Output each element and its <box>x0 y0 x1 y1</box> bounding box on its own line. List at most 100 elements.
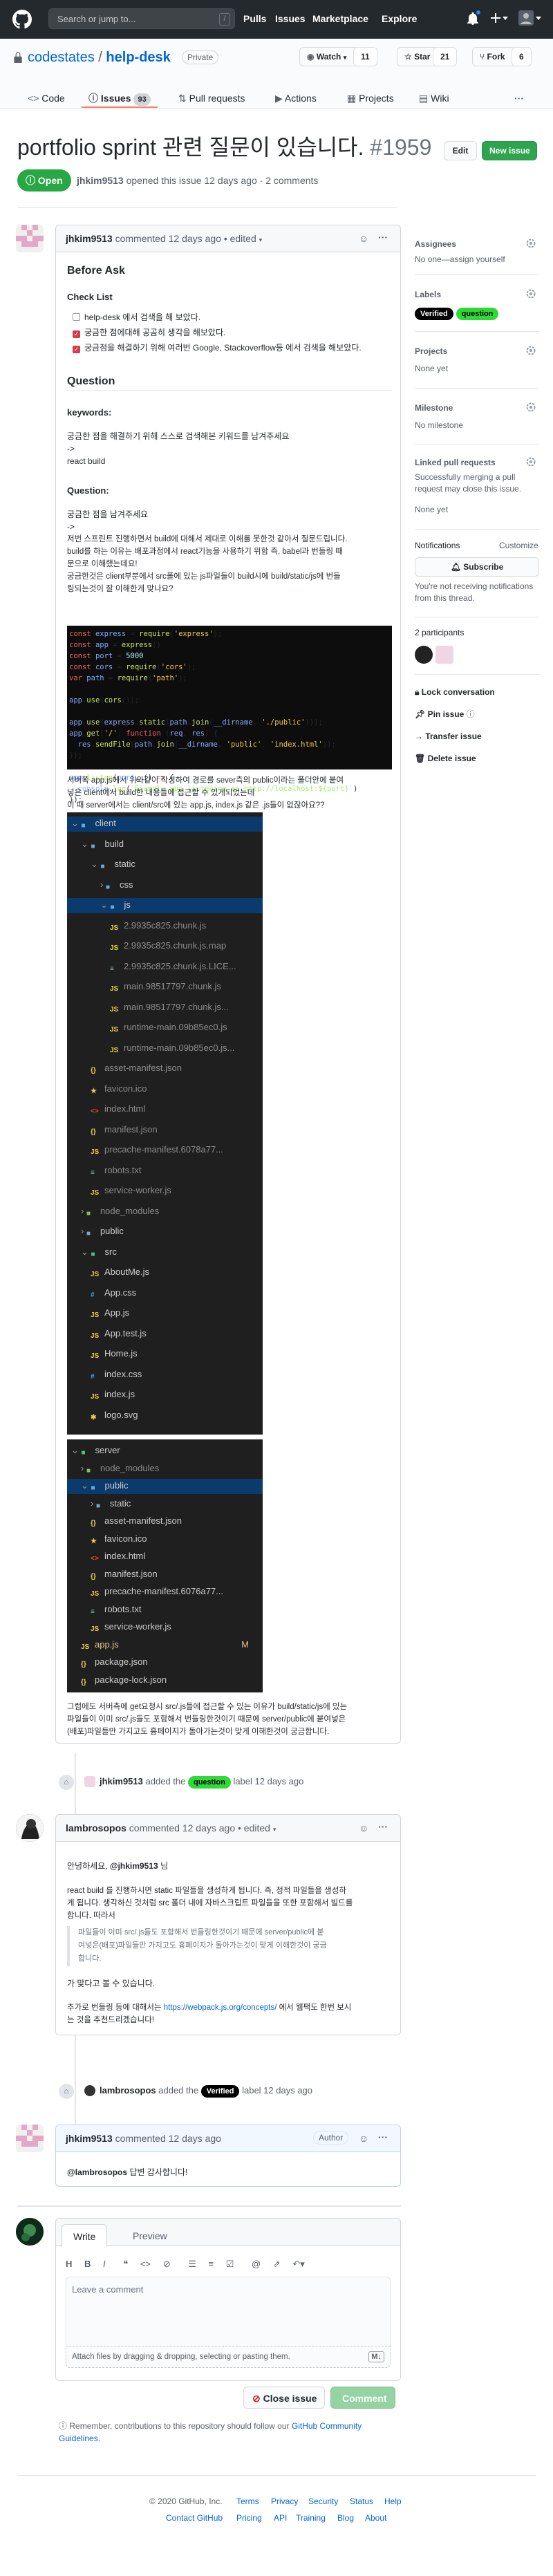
linked-prs-heading[interactable]: Linked pull requests <box>415 456 496 469</box>
comment-textarea[interactable]: Leave a comment <box>66 2277 391 2346</box>
tasklist-icon[interactable]: ☑ <box>226 2259 234 2269</box>
gear-icon[interactable] <box>525 288 536 299</box>
kebab-horizontal-icon[interactable]: ··· <box>378 2130 388 2145</box>
search-input[interactable]: Search or jump to... / <box>48 8 235 29</box>
user-mention[interactable]: @lambrosopos <box>67 2167 127 2177</box>
label-question[interactable]: question <box>187 1776 231 1789</box>
nav-explore[interactable]: Explore <box>382 12 417 26</box>
milestone-heading[interactable]: Milestone <box>415 402 453 414</box>
gear-icon[interactable] <box>525 456 536 467</box>
tab-wiki[interactable]: ▤ Wiki <box>419 91 449 108</box>
gear-icon[interactable] <box>525 345 536 356</box>
tab-pull-requests[interactable]: ⇅ Pull requests <box>178 91 245 108</box>
footer-link[interactable]: Security <box>308 2495 338 2508</box>
checkbox-unchecked[interactable] <box>73 313 80 321</box>
watch-count[interactable]: 11 <box>353 47 377 66</box>
list-unordered-icon[interactable]: ☰ <box>188 2259 196 2269</box>
checkbox-checked[interactable]: ✓ <box>73 346 80 353</box>
comment-author[interactable]: lambrosopos <box>66 1822 126 1833</box>
subscribe-button[interactable]: 🔔︎ Subscribe <box>415 557 539 577</box>
labels-heading[interactable]: Labels <box>415 288 441 301</box>
write-tab[interactable]: Write <box>62 2224 108 2247</box>
nav-pulls[interactable]: Pulls <box>243 12 266 26</box>
preview-tab[interactable]: Preview <box>122 2224 178 2248</box>
fork-count[interactable]: 6 <box>512 47 532 66</box>
tab-actions[interactable]: ▶ Actions <box>275 91 317 108</box>
label-verified[interactable]: Verified <box>415 308 453 320</box>
nav-marketplace[interactable]: Marketplace <box>312 12 368 26</box>
kebab-horizontal-icon[interactable]: ··· <box>378 230 388 245</box>
issue-opener[interactable]: jhkim9513 <box>77 175 124 186</box>
quote-icon[interactable]: ❝ <box>123 2259 128 2269</box>
chevron-down-icon[interactable]: ▾ <box>259 236 263 243</box>
event-user[interactable]: lambrosopos <box>100 2085 156 2096</box>
link-icon[interactable]: ⊘ <box>163 2259 171 2269</box>
lock-conversation-button[interactable]: 🔒︎ Lock conversation <box>415 686 495 698</box>
footer-link[interactable]: Contact GitHub <box>166 2512 223 2524</box>
star-button[interactable]: ☆ Star <box>397 47 438 66</box>
user-avatar-icon[interactable] <box>518 10 534 26</box>
label-verified[interactable]: Verified <box>200 2085 240 2098</box>
delete-issue-button[interactable]: 🗑︎ Delete issue <box>415 752 476 765</box>
comment-submit-button[interactable]: Comment <box>330 2387 395 2409</box>
tab-issues[interactable]: ⓘ Issues 93 <box>88 91 151 108</box>
avatar[interactable] <box>84 1776 95 1787</box>
repo-owner-link[interactable]: codestates <box>28 50 95 65</box>
footer-link[interactable]: Terms <box>236 2495 259 2508</box>
pin-issue-button[interactable]: 📌︎ Pin issue ⓘ <box>415 708 475 720</box>
comment-author[interactable]: jhkim9513 <box>66 2133 113 2144</box>
plus-icon[interactable] <box>491 13 500 23</box>
tab-code[interactable]: <> Code <box>28 91 65 108</box>
reply-icon[interactable]: ↶▾ <box>292 2259 304 2269</box>
heading-icon[interactable]: H <box>66 2259 72 2269</box>
cross-reference-icon[interactable]: ⇗ <box>273 2259 281 2269</box>
event-user[interactable]: jhkim9513 <box>100 1776 143 1786</box>
transfer-issue-button[interactable]: → Transfer issue <box>415 730 482 743</box>
comment-author[interactable]: jhkim9513 <box>66 233 113 244</box>
edit-button[interactable]: Edit <box>444 141 477 160</box>
checkbox-checked[interactable]: ✓ <box>73 330 80 338</box>
chevron-down-icon[interactable]: ▾ <box>273 1826 276 1833</box>
footer-link[interactable]: Blog <box>337 2512 354 2524</box>
new-issue-button[interactable]: New issue <box>482 141 537 160</box>
user-mention[interactable]: @jhkim9513 <box>110 1861 158 1871</box>
participant-avatar[interactable] <box>415 646 433 664</box>
participant-avatar[interactable] <box>435 646 453 664</box>
smiley-icon[interactable]: ☺ <box>359 232 368 246</box>
smiley-icon[interactable]: ☺ <box>359 2131 368 2146</box>
assignees-heading[interactable]: Assignees <box>415 238 456 250</box>
smiley-icon[interactable]: ☺ <box>359 1821 368 1836</box>
avatar[interactable] <box>16 1814 44 1842</box>
assignees-value[interactable]: No one—assign yourself <box>415 253 505 265</box>
projects-heading[interactable]: Projects <box>415 345 447 357</box>
markdown-icon[interactable]: M↓ <box>368 2351 384 2362</box>
footer-link[interactable]: Privacy <box>271 2495 298 2508</box>
label-question[interactable]: question <box>456 308 499 320</box>
star-count[interactable]: 21 <box>433 47 458 66</box>
code-icon[interactable]: <> <box>140 2259 151 2269</box>
repo-name-link[interactable]: help-desk <box>106 50 170 65</box>
avatar[interactable] <box>16 2218 44 2246</box>
footer-link[interactable]: API <box>274 2512 287 2524</box>
more-tabs-icon[interactable]: ··· <box>514 91 524 108</box>
gear-icon[interactable] <box>525 402 536 413</box>
italic-icon[interactable]: I <box>103 2259 106 2269</box>
customize-link[interactable]: Customize <box>499 539 538 552</box>
nav-issues[interactable]: Issues <box>275 12 306 26</box>
fork-button[interactable]: ⑂ Fork <box>472 47 516 66</box>
gear-icon[interactable] <box>525 238 536 249</box>
kebab-horizontal-icon[interactable]: ··· <box>378 1820 388 1834</box>
footer-link[interactable]: Help <box>384 2495 402 2508</box>
tab-projects[interactable]: ▦ Projects <box>347 91 394 108</box>
avatar[interactable] <box>16 225 44 252</box>
list-ordered-icon[interactable]: ≡ <box>209 2259 214 2269</box>
avatar[interactable] <box>84 2085 95 2096</box>
footer-link[interactable]: About <box>365 2512 386 2524</box>
attach-files-area[interactable]: Attach files by dragging & dropping, sel… <box>66 2346 391 2368</box>
footer-link[interactable]: Status <box>350 2495 373 2508</box>
mention-icon[interactable]: @ <box>252 2259 261 2269</box>
close-issue-button[interactable]: ⊘ Close issue <box>243 2387 325 2409</box>
footer-link[interactable]: Pricing <box>236 2512 262 2524</box>
github-logo-icon[interactable] <box>12 10 32 29</box>
footer-link[interactable]: Training <box>296 2512 326 2524</box>
